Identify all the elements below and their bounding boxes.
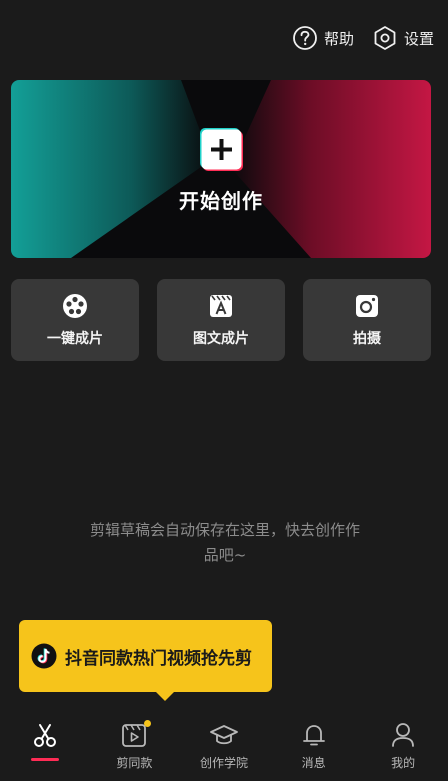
tab-label: 剪同款 xyxy=(116,756,153,770)
text-to-video-button[interactable]: 图文成片 xyxy=(157,279,285,361)
quick-label: 拍摄 xyxy=(353,331,381,347)
tab-messages[interactable]: 消息 xyxy=(274,720,354,771)
douyin-logo-icon xyxy=(31,643,57,669)
tab-profile[interactable]: 我的 xyxy=(363,720,443,771)
tab-edit[interactable] xyxy=(5,720,85,761)
one-click-video-button[interactable]: 一键成片 xyxy=(11,279,139,361)
tab-label: 我的 xyxy=(391,756,416,770)
scissors-icon xyxy=(33,724,56,747)
douyin-promo-banner[interactable]: 抖音同款热门视频抢先剪 xyxy=(19,620,272,701)
person-icon xyxy=(392,723,415,747)
shoot-button[interactable]: 拍摄 xyxy=(303,279,431,361)
settings-label: 设置 xyxy=(403,29,434,48)
film-reel-icon xyxy=(63,294,87,318)
tab-label: 消息 xyxy=(301,756,326,770)
help-button[interactable]: 帮助 xyxy=(292,25,354,51)
bottom-tab-bar: 剪同款 创作学院 消息 我的 xyxy=(0,712,448,781)
tab-academy[interactable]: 创作学院 xyxy=(184,720,264,771)
plus-icon xyxy=(200,128,243,171)
hexagon-gear-icon xyxy=(374,26,396,50)
tab-label: 创作学院 xyxy=(199,756,248,770)
empty-drafts-message: 剪辑草稿会自动保存在这里，快去创作作 品吧~ xyxy=(60,518,390,568)
help-label: 帮助 xyxy=(323,29,354,48)
quick-actions: 一键成片 图文成片 拍摄 xyxy=(11,279,431,361)
text-clip-icon xyxy=(210,295,232,317)
quick-label: 一键成片 xyxy=(47,331,103,347)
notification-dot xyxy=(144,720,152,727)
empty-line-2: 品吧~ xyxy=(203,546,247,564)
bell-icon xyxy=(302,725,325,746)
question-circle-icon xyxy=(293,26,317,50)
hero-title: 开始创作 xyxy=(179,189,263,213)
camera-icon xyxy=(356,295,378,317)
active-tab-indicator xyxy=(30,758,59,761)
top-bar: 帮助 设置 xyxy=(292,25,434,51)
start-creating-card[interactable]: 开始创作 xyxy=(11,80,431,258)
tab-templates[interactable]: 剪同款 xyxy=(94,720,174,771)
graduation-cap-icon xyxy=(210,725,238,745)
empty-line-1: 剪辑草稿会自动保存在这里，快去创作作 xyxy=(89,521,360,539)
promo-text: 抖音同款热门视频抢先剪 xyxy=(65,648,252,669)
quick-label: 图文成片 xyxy=(193,331,249,347)
settings-button[interactable]: 设置 xyxy=(372,25,434,51)
